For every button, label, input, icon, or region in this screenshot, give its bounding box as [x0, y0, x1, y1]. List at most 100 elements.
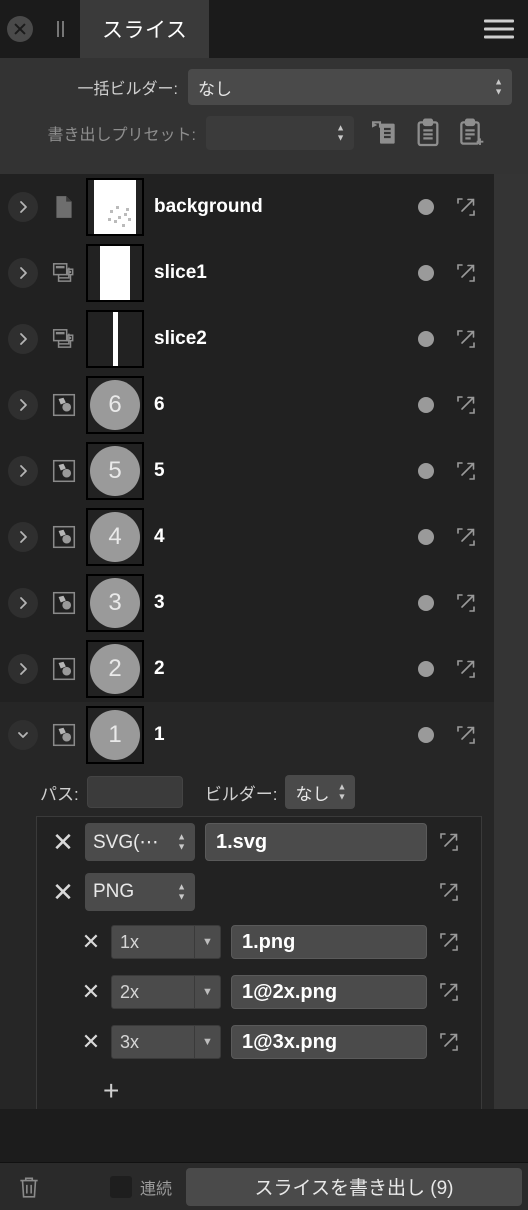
slice-row[interactable]: slice1 — [0, 240, 494, 306]
external-link-icon[interactable] — [437, 980, 471, 1004]
external-link-icon[interactable] — [437, 830, 471, 854]
slice-state-dot[interactable] — [418, 331, 434, 347]
tab-slices[interactable]: スライス — [80, 0, 210, 58]
layer-thumbnail[interactable]: 2 — [86, 640, 144, 698]
chevron-right-icon[interactable] — [8, 588, 38, 618]
layer-thumbnail[interactable]: 3 — [86, 574, 144, 632]
slice-row[interactable]: slice2 — [0, 306, 494, 372]
scale-select[interactable]: 2x ▼ — [111, 975, 221, 1009]
slice-state-dot[interactable] — [418, 529, 434, 545]
batch-builder-select[interactable]: なし ▲ ▼ — [188, 69, 512, 105]
chevron-updown-icon: ▲ ▼ — [494, 76, 503, 97]
external-link-icon[interactable] — [437, 880, 471, 904]
layer-thumbnail[interactable] — [86, 178, 144, 236]
preset-actions — [368, 117, 488, 149]
export-format-value: PNG — [93, 881, 135, 902]
continuous-checkbox-wrap[interactable]: 連続 — [110, 1175, 172, 1199]
slice-state-dot[interactable] — [418, 265, 434, 281]
slice-state-dot[interactable] — [418, 199, 434, 215]
export-row: ✕ PNG ▲ ▼ — [37, 867, 481, 917]
chevron-down-icon[interactable] — [8, 720, 38, 750]
slice-icon — [44, 326, 84, 352]
external-link-icon[interactable] — [437, 930, 471, 954]
slice-list-area: background slice1 slice2 6 6 5 5 4 4 3 3 2 2 1 1 パス: ビルダ… — [0, 174, 528, 1109]
slice-state-dot[interactable] — [418, 463, 434, 479]
scale-filename-input[interactable]: 1@3x.png — [231, 1025, 427, 1059]
slice-row-name: 5 — [154, 460, 165, 481]
chevron-right-icon[interactable] — [8, 390, 38, 420]
external-link-icon[interactable] — [437, 1030, 471, 1054]
slice-row[interactable]: 66 — [0, 372, 494, 438]
apply-preset-icon[interactable] — [368, 117, 400, 149]
external-link-icon[interactable] — [454, 525, 488, 549]
remove-scale-button[interactable]: ✕ — [71, 931, 111, 953]
export-row: ✕ SVG(⋯ ▲ ▼ 1.svg — [37, 817, 481, 867]
remove-export-button[interactable]: ✕ — [41, 879, 85, 905]
add-scale-row[interactable]: + — [37, 1067, 481, 1109]
chevron-right-icon[interactable] — [8, 456, 38, 486]
slice-state-dot[interactable] — [418, 595, 434, 611]
slice-row[interactable]: background — [0, 174, 494, 240]
panel-menu-button[interactable] — [484, 19, 514, 39]
external-link-icon[interactable] — [454, 327, 488, 351]
chevron-right-icon[interactable] — [8, 522, 38, 552]
chevron-right-icon[interactable] — [8, 654, 38, 684]
scale-filename-value: 1@2x.png — [242, 980, 338, 1003]
external-link-icon[interactable] — [454, 657, 488, 681]
export-filename-input[interactable]: 1.svg — [205, 823, 427, 861]
layer-thumbnail[interactable] — [86, 310, 144, 368]
close-button[interactable] — [0, 16, 40, 42]
slice-row[interactable]: 55 — [0, 438, 494, 504]
external-link-icon[interactable] — [454, 459, 488, 483]
slice-row[interactable]: 44 — [0, 504, 494, 570]
scale-select[interactable]: 3x ▼ — [111, 1025, 221, 1059]
layer-thumbnail[interactable]: 5 — [86, 442, 144, 500]
scale-filename-input[interactable]: 1@2x.png — [231, 975, 427, 1009]
tab-slices-label: スライス — [102, 19, 188, 42]
chevron-right-icon[interactable] — [8, 192, 38, 222]
layer-thumbnail[interactable] — [86, 244, 144, 302]
layer-thumbnail[interactable]: 1 — [86, 706, 144, 764]
scrollbar-thumb[interactable] — [494, 174, 528, 1109]
remove-scale-button[interactable]: ✕ — [71, 1031, 111, 1053]
scale-select[interactable]: 1x ▼ — [111, 925, 221, 959]
slice-row[interactable]: 11 — [0, 702, 494, 768]
external-link-icon[interactable] — [454, 195, 488, 219]
chevron-right-icon[interactable] — [8, 258, 38, 288]
pause-button[interactable] — [40, 21, 80, 37]
scale-value: 3x — [120, 1031, 140, 1052]
continuous-checkbox[interactable] — [110, 1175, 132, 1198]
page-icon — [44, 194, 84, 220]
external-link-icon[interactable] — [454, 591, 488, 615]
slice-state-dot[interactable] — [418, 397, 434, 413]
copy-preset-icon[interactable] — [412, 117, 444, 149]
chevron-updown-icon: ▲ ▼ — [177, 831, 186, 852]
scale-filename-input[interactable]: 1.png — [231, 925, 427, 959]
group-icon — [44, 392, 84, 418]
export-scale-row: ✕ 1x ▼ 1.png — [37, 917, 481, 967]
layer-thumbnail[interactable]: 6 — [86, 376, 144, 434]
external-link-icon[interactable] — [454, 261, 488, 285]
slice-row[interactable]: 33 — [0, 570, 494, 636]
layer-thumbnail[interactable]: 4 — [86, 508, 144, 566]
trash-icon — [20, 1177, 38, 1198]
path-input[interactable] — [86, 776, 183, 808]
export-format-select[interactable]: PNG ▲ ▼ — [85, 873, 195, 911]
export-preset-select[interactable]: ▲ ▼ — [206, 116, 354, 150]
external-link-icon[interactable] — [454, 723, 488, 747]
add-preset-icon[interactable] — [456, 117, 488, 149]
scrollbar-track[interactable] — [494, 174, 528, 1109]
builder-select[interactable]: なし ▲ ▼ — [285, 775, 356, 809]
export-format-select[interactable]: SVG(⋯ ▲ ▼ — [85, 823, 195, 861]
scale-value: 2x — [120, 981, 140, 1002]
slice-state-dot[interactable] — [418, 661, 434, 677]
export-slices-button[interactable]: スライスを書き出し (9) — [186, 1167, 522, 1206]
remove-scale-button[interactable]: ✕ — [71, 981, 111, 1003]
delete-button[interactable] — [0, 1174, 58, 1200]
slice-state-dot[interactable] — [418, 727, 434, 743]
chevron-right-icon[interactable] — [8, 324, 38, 354]
external-link-icon[interactable] — [454, 393, 488, 417]
slice-row[interactable]: 22 — [0, 636, 494, 702]
add-scale-button[interactable]: + — [103, 1077, 119, 1105]
remove-export-button[interactable]: ✕ — [41, 829, 85, 855]
